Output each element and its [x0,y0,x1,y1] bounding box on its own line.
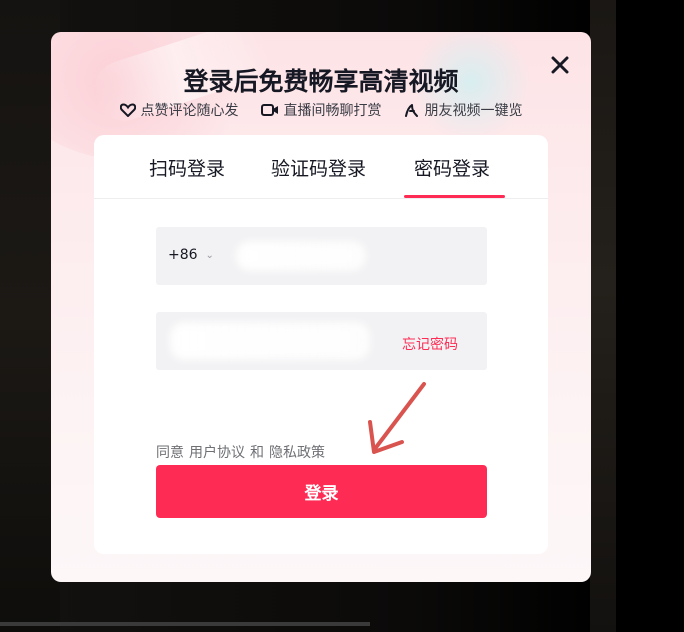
password-input[interactable] [168,322,378,360]
login-card: 扫码登录 验证码登录 密码登录 +86 ⌄ 忘记密码 同意 用户协议 和 隐私政… [94,135,548,554]
feature-label: 点赞评论随心发 [140,103,239,119]
user-agreement-link[interactable]: 用户协议 [189,442,245,462]
feature-label: 朋友视频一键览 [424,103,523,119]
chevron-down-icon: ⌄ [205,249,214,261]
friends-icon [404,104,418,117]
feature-item-friends: 朋友视频一键览 [404,100,523,120]
agreement-prefix: 同意 [156,445,184,461]
bottom-scrollbar [0,622,370,626]
agreement-text: 同意 用户协议 和 隐私政策 [156,442,325,462]
feature-item-live: 直播间畅聊打赏 [260,100,382,120]
feature-label: 直播间畅聊打赏 [283,103,382,119]
login-button[interactable]: 登录 [156,465,487,518]
phone-input[interactable] [230,237,370,275]
modal-title: 登录后免费畅享高清视频 [183,67,459,96]
active-tab-indicator [404,195,505,198]
country-code: +86 [168,247,198,263]
tab-sms-login[interactable]: 验证码登录 [271,154,366,181]
password-field: 忘记密码 [156,312,487,370]
feature-list: 点赞评论随心发 直播间畅聊打赏 朋友视频一键览 [51,100,591,120]
video-camera-icon [260,104,278,116]
login-tabs: 扫码登录 验证码登录 密码登录 [94,135,548,199]
heart-icon [119,103,136,117]
phone-field: +86 ⌄ [156,227,487,285]
country-code-selector[interactable]: +86 ⌄ [168,247,214,263]
privacy-policy-link[interactable]: 隐私政策 [269,442,325,462]
annotation-arrow-icon [368,382,426,454]
tab-qrcode-login[interactable]: 扫码登录 [149,154,225,181]
tab-password-login[interactable]: 密码登录 [414,154,490,181]
forgot-password-link[interactable]: 忘记密码 [402,334,458,354]
backdrop-right-panel [590,0,616,632]
agreement-conjunction: 和 [250,445,264,461]
feature-item-like: 点赞评论随心发 [119,100,239,120]
